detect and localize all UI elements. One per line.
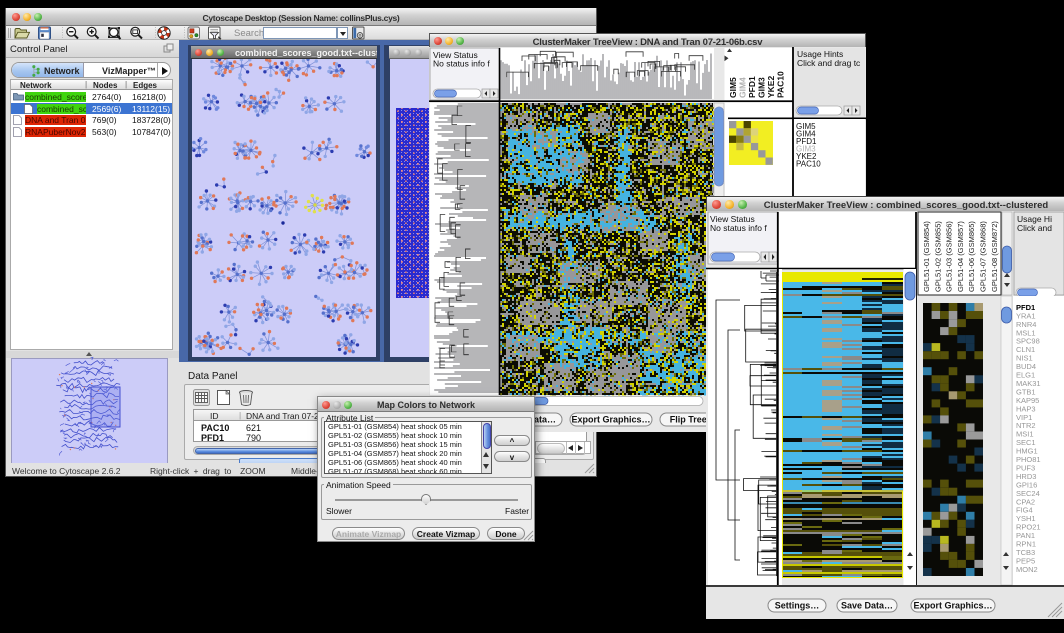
svg-text:GPL51-07 (GSM868): GPL51-07 (GSM868) (979, 221, 988, 292)
svg-text:GPL51-03 (GSM856): GPL51-03 (GSM856) (945, 221, 954, 292)
svg-text:GPL51-08 (GSM872): GPL51-08 (GSM872) (990, 221, 999, 292)
svg-text:Save Data…: Save Data… (841, 601, 893, 611)
svg-text:Export Graphics…: Export Graphics… (913, 601, 992, 611)
svg-text:PAC10: PAC10 (776, 71, 786, 98)
svg-text:No status info f: No status info f (710, 223, 767, 233)
svg-text:YKE2: YKE2 (766, 76, 776, 98)
svg-text:GIM3: GIM3 (757, 77, 767, 98)
svg-text:MON2: MON2 (1016, 565, 1038, 574)
svg-text:GIM4: GIM4 (738, 77, 748, 98)
svg-text:Search:: Search: (234, 28, 267, 39)
svg-text:Settings…: Settings… (775, 601, 820, 611)
svg-text:PAC10: PAC10 (796, 160, 821, 169)
svg-text:GPL51-04 (GSM857): GPL51-04 (GSM857) (956, 221, 965, 292)
svg-text:GIM5: GIM5 (728, 77, 738, 98)
svg-text:PFD1: PFD1 (747, 76, 757, 98)
svg-text:Export Graphics…: Export Graphics… (571, 415, 650, 425)
svg-text:No status info f: No status info f (433, 59, 490, 69)
svg-text:GPL51-06 (GSM865): GPL51-06 (GSM865) (967, 221, 976, 292)
svg-text:GPL51-02 (GSM855): GPL51-02 (GSM855) (933, 221, 942, 292)
svg-text:Click and: Click and (1017, 223, 1052, 233)
svg-text:Click and drag tc: Click and drag tc (797, 58, 861, 68)
svg-text:GPL51-01 (GSM854): GPL51-01 (GSM854) (922, 221, 931, 292)
